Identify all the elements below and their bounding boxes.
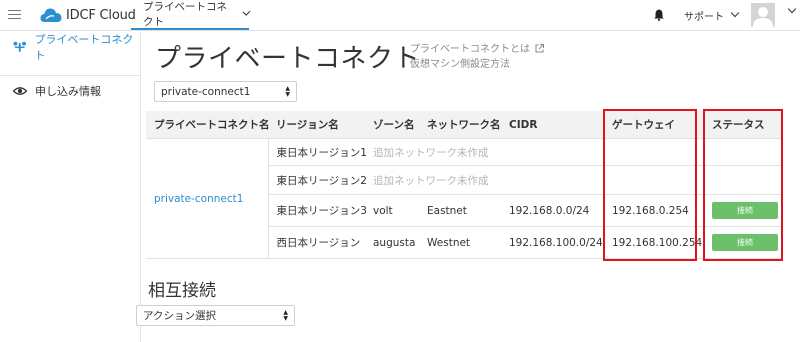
cidr-cell: 192.168.0.0/24: [501, 194, 604, 227]
region-cell: 東日本リージョン1: [268, 138, 367, 166]
help-link-vm-settings[interactable]: 仮想マシン側設定方法: [410, 57, 544, 72]
sidebar: プライベートコネクト 申し込み情報: [0, 31, 141, 342]
zone-cell: volt: [365, 194, 419, 227]
tab-label: プライベートコネクト: [143, 1, 227, 28]
select-arrows-icon: ▲ ▼: [283, 309, 288, 322]
cloud-logo-icon: [40, 8, 62, 22]
sidebar-item-private-connect[interactable]: プライベートコネクト: [0, 32, 140, 62]
no-network-note: 追加ネットワーク未作成: [365, 165, 604, 195]
col-header-region: リージョン名: [268, 111, 365, 139]
help-links: プライベートコネクトとは 仮想マシン側設定方法: [410, 42, 545, 72]
region-cell: 西日本リージョン: [268, 226, 365, 259]
tab-private-connect[interactable]: プライベートコネクト: [131, 0, 251, 30]
app-name: IDCF Cloud: [66, 7, 136, 23]
avatar[interactable]: [751, 3, 775, 27]
user-avatar-icon: [751, 3, 775, 27]
support-menu[interactable]: サポート: [684, 0, 740, 30]
status-highlight-box: [703, 109, 783, 261]
sidebar-item-label: プライベートコネクト: [34, 33, 134, 62]
sidebar-item-application-info[interactable]: 申し込み情報: [0, 75, 140, 106]
support-label: サポート: [684, 11, 724, 23]
eye-icon: [13, 87, 27, 95]
chevron-down-icon: [730, 8, 740, 18]
region-cell: 東日本リージョン2: [268, 165, 367, 195]
bell-icon[interactable]: [654, 9, 664, 21]
select-arrows-icon: ▲ ▼: [285, 85, 290, 98]
chevron-down-icon: [242, 7, 251, 17]
connect-name-link[interactable]: private-connect1: [146, 138, 269, 259]
connect-select[interactable]: private-connect1 ▲ ▼: [154, 81, 297, 102]
network-cell: Eastnet: [419, 194, 501, 227]
col-header-network: ネットワーク名: [419, 111, 501, 139]
help-link-about[interactable]: プライベートコネクトとは: [410, 44, 530, 55]
no-network-note: 追加ネットワーク未作成: [365, 138, 604, 166]
chevron-down-icon[interactable]: [787, 4, 797, 14]
connect-select-value: private-connect1: [161, 85, 251, 98]
top-bar: IDCF Cloud プライベートコネクト サポート: [0, 0, 800, 31]
app-logo[interactable]: IDCF Cloud: [40, 6, 136, 24]
region-cell: 東日本リージョン3: [268, 194, 367, 227]
col-header-cidr: CIDR: [501, 111, 604, 139]
col-header-zone: ゾーン名: [365, 111, 419, 139]
gateway-highlight-box: [603, 109, 697, 261]
page-title: プライベートコネクト: [155, 44, 421, 74]
zone-cell: augusta: [365, 226, 419, 259]
action-select-value: アクション選択: [143, 310, 216, 322]
network-cell: Westnet: [419, 226, 501, 259]
action-select[interactable]: アクション選択 ▲ ▼: [136, 305, 295, 326]
network-icon: [13, 41, 26, 52]
cidr-cell: 192.168.100.0/24: [501, 226, 604, 259]
interconnect-title: 相互接続: [148, 281, 216, 301]
sidebar-item-label: 申し込み情報: [35, 85, 101, 98]
external-link-icon: [535, 44, 545, 53]
menu-icon[interactable]: [8, 10, 21, 20]
col-header-connect-name: プライベートコネクト名: [146, 111, 270, 139]
